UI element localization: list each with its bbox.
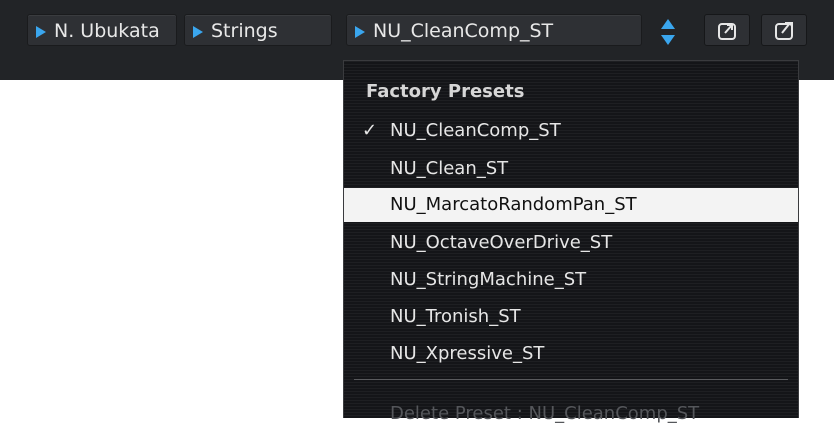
menu-item-preset[interactable]: NU_StringMachine_ST [344, 263, 798, 297]
menu-header: Factory Presets [366, 81, 525, 102]
triangle-right-icon [36, 26, 46, 38]
menu-item-preset[interactable]: NU_Xpressive_ST [344, 337, 798, 371]
menu-item-label: NU_MarcatoRandomPan_ST [390, 194, 637, 215]
save-preset-icon [775, 22, 793, 40]
save-preset-button[interactable] [761, 14, 807, 46]
menu-item-preset[interactable]: NU_Tronish_ST [344, 300, 798, 334]
menu-item-label: NU_Xpressive_ST [390, 343, 545, 364]
menu-item-label: NU_Clean_ST [390, 158, 509, 179]
menu-item-preset[interactable]: NU_Clean_ST [344, 152, 798, 186]
category-label: Strings [211, 20, 278, 42]
checkmark-icon: ✓ [362, 120, 378, 141]
category-selector[interactable]: Strings [184, 14, 332, 46]
delete-preset-item: Delete Preset : NU_CleanComp_ST [390, 403, 700, 424]
preset-selector[interactable]: NU_CleanComp_ST [346, 14, 642, 46]
up-down-arrows-icon[interactable] [658, 18, 678, 46]
menu-item-label: NU_StringMachine_ST [390, 269, 587, 290]
menu-item-label: NU_Tronish_ST [390, 306, 521, 327]
menu-item-preset-highlighted[interactable]: NU_MarcatoRandomPan_ST [344, 188, 798, 222]
menu-item-label: NU_CleanComp_ST [390, 120, 561, 141]
triangle-right-icon [355, 26, 365, 38]
load-preset-icon [718, 23, 736, 40]
preset-dropdown-menu: Factory Presets ✓ NU_CleanComp_ST NU_Cle… [343, 60, 799, 424]
menu-item-label: NU_OctaveOverDrive_ST [390, 232, 613, 253]
author-label: N. Ubukata [54, 20, 160, 42]
menu-item-preset[interactable]: ✓ NU_CleanComp_ST [344, 114, 798, 148]
menu-item-preset[interactable]: NU_OctaveOverDrive_ST [344, 226, 798, 260]
menu-divider [354, 379, 788, 380]
triangle-right-icon [193, 26, 203, 38]
author-selector[interactable]: N. Ubukata [27, 14, 177, 46]
preset-label: NU_CleanComp_ST [373, 20, 554, 42]
load-preset-button[interactable] [704, 14, 750, 46]
